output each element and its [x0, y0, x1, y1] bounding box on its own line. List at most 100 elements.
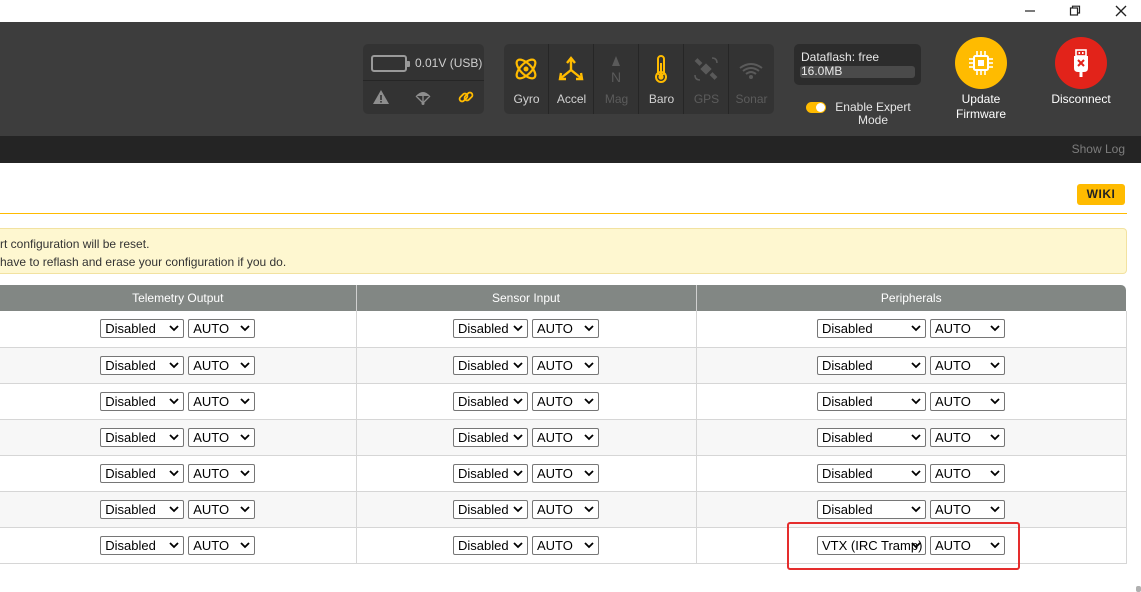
- select-value: Disabled: [458, 465, 509, 481]
- sensor-sonar: Sonar: [729, 44, 774, 114]
- sensor-input-select[interactable]: Disabled: [453, 463, 528, 483]
- telemetry-output-select[interactable]: Disabled: [100, 535, 185, 555]
- peripherals-select[interactable]: Disabled: [817, 463, 926, 483]
- telemetry-output-select[interactable]: Disabled: [100, 319, 185, 339]
- sensor-baro: Baro: [639, 44, 684, 114]
- sensor-status-panel: Gyro Accel N Mag Baro GPS Sonar: [504, 44, 774, 114]
- gyro-icon: [515, 58, 537, 80]
- chevron-down-icon: [513, 469, 523, 476]
- select-value: AUTO: [935, 465, 971, 481]
- chevron-down-icon: [240, 325, 250, 332]
- sensor-baud-select[interactable]: AUTO: [532, 319, 599, 339]
- sensor-baud-select[interactable]: AUTO: [532, 355, 599, 375]
- telemetry-baud-select[interactable]: AUTO: [188, 319, 256, 339]
- table-row: Disabled AUTO Disabled AUTO Disabled AUTO: [0, 455, 1127, 492]
- telemetry-output-select[interactable]: Disabled: [100, 499, 185, 519]
- chevron-down-icon: [169, 325, 179, 332]
- chevron-down-icon: [584, 433, 594, 440]
- chip-icon: [969, 51, 993, 75]
- expert-mode-toggle[interactable]: [806, 102, 826, 113]
- peripherals-baud-select[interactable]: AUTO: [930, 391, 1005, 411]
- peripherals-select[interactable]: Disabled: [817, 355, 926, 375]
- peripherals-baud-select[interactable]: AUTO: [930, 355, 1005, 375]
- sensor-cell: Disabled AUTO: [356, 311, 697, 348]
- telemetry-output-select[interactable]: Disabled: [100, 355, 185, 375]
- minimize-button[interactable]: [1017, 2, 1043, 20]
- peripherals-select[interactable]: Disabled: [817, 499, 926, 519]
- notice-line-1: rt configuration will be reset.: [0, 237, 150, 251]
- telemetry-baud-select[interactable]: AUTO: [188, 499, 256, 519]
- select-value: AUTO: [537, 357, 573, 373]
- dataflash-value: 16.0MB: [801, 64, 843, 78]
- sensor-input-select[interactable]: Disabled: [453, 535, 528, 555]
- close-icon: [1115, 5, 1127, 17]
- select-value: AUTO: [935, 357, 971, 373]
- restore-button[interactable]: [1062, 2, 1088, 20]
- sensor-input-select[interactable]: Disabled: [453, 499, 528, 519]
- sensor-baud-select[interactable]: AUTO: [532, 427, 599, 447]
- warning-icon: [373, 90, 389, 104]
- chevron-down-icon: [513, 361, 523, 368]
- chevron-down-icon: [911, 397, 921, 404]
- peripherals-baud-select[interactable]: AUTO: [930, 319, 1005, 339]
- select-value: Disabled: [105, 537, 156, 553]
- peripherals-select[interactable]: Disabled: [817, 319, 926, 339]
- chevron-down-icon: [513, 541, 523, 548]
- sensor-cell: Disabled AUTO: [356, 527, 697, 564]
- dataflash-label: Dataflash: free: [801, 50, 880, 64]
- telemetry-baud-select[interactable]: AUTO: [188, 355, 256, 375]
- peripherals-cell: Disabled AUTO: [696, 455, 1127, 492]
- wiki-button[interactable]: WIKI: [1077, 184, 1125, 205]
- telemetry-output-select[interactable]: Disabled: [100, 391, 185, 411]
- chevron-down-icon: [240, 505, 250, 512]
- chevron-down-icon: [990, 325, 1000, 332]
- sensor-baud-select[interactable]: AUTO: [532, 535, 599, 555]
- select-value: Disabled: [105, 501, 156, 517]
- chevron-down-icon: [990, 397, 1000, 404]
- select-value: Disabled: [822, 393, 873, 409]
- telemetry-baud-select[interactable]: AUTO: [188, 463, 256, 483]
- close-button[interactable]: [1108, 2, 1134, 20]
- sensor-baud-select[interactable]: AUTO: [532, 391, 599, 411]
- sensor-label: GPS: [693, 92, 720, 106]
- battery-icon: [371, 55, 410, 72]
- sensor-baud-select[interactable]: AUTO: [532, 463, 599, 483]
- chevron-down-icon: [911, 361, 921, 368]
- telemetry-output-select[interactable]: Disabled: [100, 427, 185, 447]
- peripherals-select[interactable]: Disabled: [817, 391, 926, 411]
- telemetry-output-select[interactable]: Disabled: [100, 463, 185, 483]
- peripherals-select[interactable]: Disabled: [817, 427, 926, 447]
- select-value: AUTO: [935, 321, 971, 337]
- app-window: 0.01V (USB) Gyro Accel N Mag Baro GPS So…: [0, 0, 1141, 592]
- minimize-icon: [1025, 10, 1035, 12]
- baro-icon: [655, 55, 667, 83]
- disconnect-button[interactable]: Disconnect: [1051, 37, 1111, 107]
- sensor-input-select[interactable]: Disabled: [453, 391, 528, 411]
- chevron-down-icon: [169, 469, 179, 476]
- peripherals-baud-select[interactable]: AUTO: [930, 427, 1005, 447]
- warning-notice: rt configuration will be reset. have to …: [0, 228, 1127, 274]
- chevron-down-icon: [584, 361, 594, 368]
- restore-icon: [1069, 5, 1081, 16]
- telemetry-cell: Disabled AUTO: [0, 383, 357, 420]
- sensor-input-select[interactable]: Disabled: [453, 355, 528, 375]
- telemetry-baud-select[interactable]: AUTO: [188, 427, 256, 447]
- link-icon: [458, 91, 474, 103]
- select-value: AUTO: [193, 393, 230, 409]
- telemetry-baud-select[interactable]: AUTO: [188, 535, 256, 555]
- scrollbar-thumb[interactable]: [1136, 586, 1141, 592]
- sensor-baud-select[interactable]: AUTO: [532, 499, 599, 519]
- sensor-label: Accel: [556, 92, 587, 106]
- sensor-input-select[interactable]: Disabled: [453, 319, 528, 339]
- chevron-down-icon: [990, 505, 1000, 512]
- title-divider: [0, 213, 1127, 214]
- update-firmware-button[interactable]: Update Firmware: [951, 37, 1011, 122]
- peripherals-baud-select[interactable]: AUTO: [930, 499, 1005, 519]
- telemetry-baud-select[interactable]: AUTO: [188, 391, 256, 411]
- show-log-link[interactable]: Show Log: [1072, 142, 1125, 156]
- peripherals-baud-select[interactable]: AUTO: [930, 463, 1005, 483]
- sensor-input-select[interactable]: Disabled: [453, 427, 528, 447]
- chevron-down-icon: [911, 433, 921, 440]
- chevron-down-icon: [169, 397, 179, 404]
- chevron-down-icon: [169, 361, 179, 368]
